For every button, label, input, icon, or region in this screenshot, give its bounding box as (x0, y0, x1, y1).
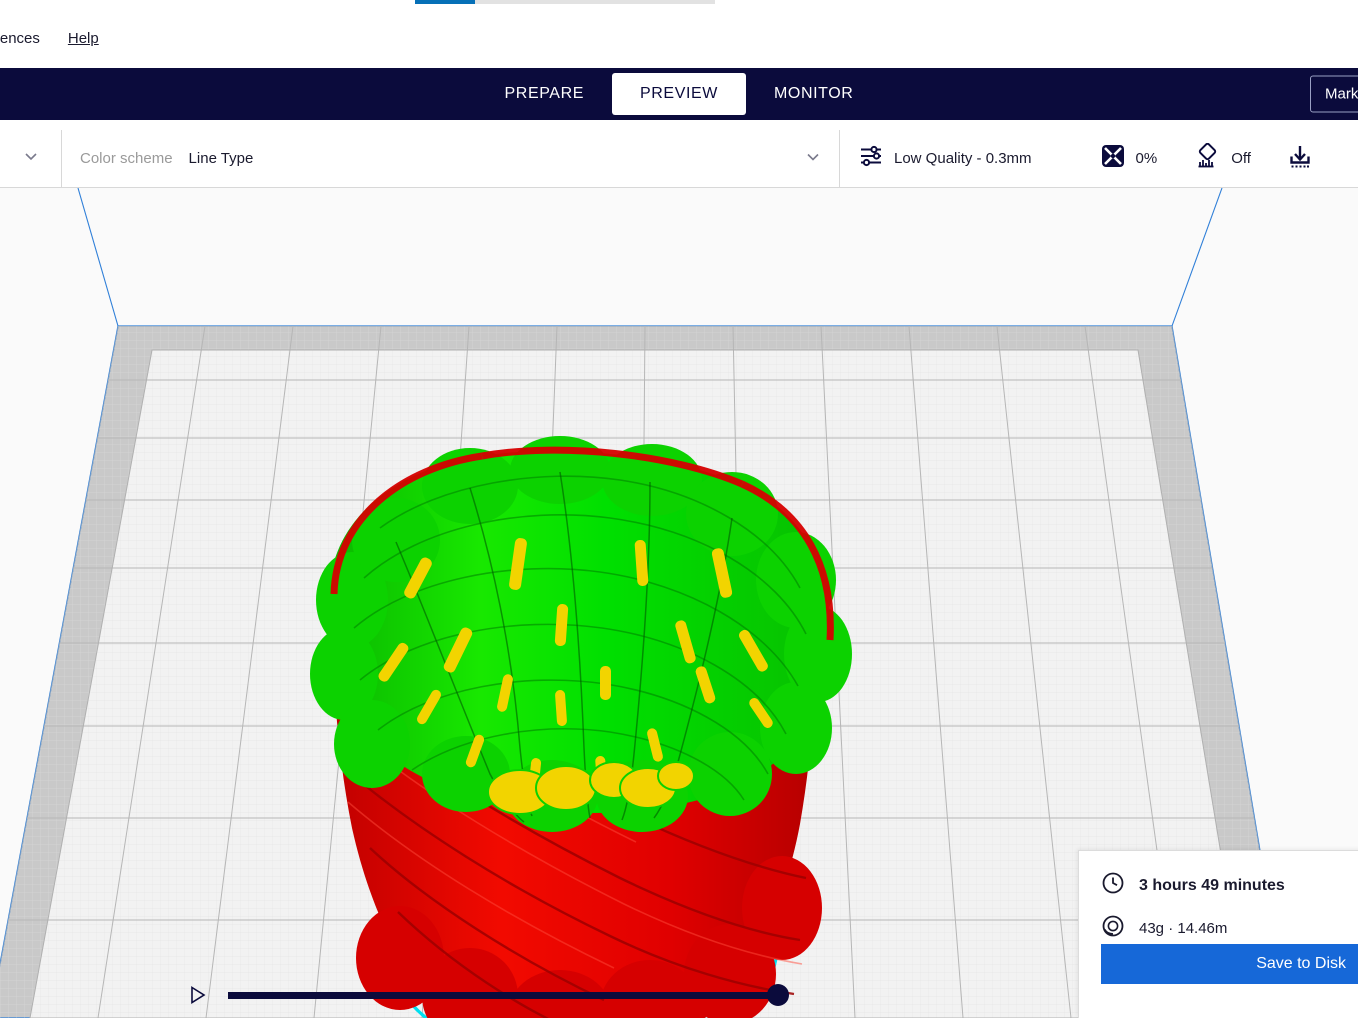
print-time-row: 3 hours 49 minutes (1101, 871, 1346, 900)
print-info-card: 3 hours 49 minutes 43g · 14.46m Save to … (1078, 850, 1358, 1018)
color-scheme-label: Color scheme (80, 150, 173, 167)
cura-window: eferences Help PREPARE PREVIEW MONITOR M… (0, 0, 1358, 1018)
layer-slider[interactable] (190, 980, 780, 1010)
print-settings-summary: Low Quality - 0.3mm 0% (840, 130, 1358, 187)
support-icon (1195, 143, 1221, 174)
layer-slider-handle[interactable] (767, 984, 789, 1006)
sliced-model (310, 436, 852, 1018)
stage-tabs: PREPARE PREVIEW MONITOR (477, 73, 882, 115)
tab-preview[interactable]: PREVIEW (612, 73, 746, 115)
chevron-down-icon (805, 148, 821, 169)
clock-icon (1101, 871, 1125, 900)
chevron-down-icon (23, 148, 39, 169)
menu-item-preferences[interactable]: eferences (0, 31, 54, 46)
build-plate-adhesion-icon (1285, 141, 1315, 176)
spool-icon (1101, 914, 1125, 943)
tab-monitor-label: MONITOR (774, 85, 853, 102)
infill-value: 0% (1136, 150, 1158, 167)
color-scheme-value: Line Type (189, 150, 254, 167)
save-to-disk-label: Save to Disk (1256, 955, 1346, 973)
marketplace-button[interactable]: Mark (1310, 76, 1358, 113)
menu-bar: eferences Help (0, 8, 1358, 68)
header-right-area: Mark (1310, 76, 1358, 113)
material-row: 43g · 14.46m (1101, 914, 1346, 943)
material-value: 43g · 14.46m (1139, 920, 1227, 937)
print-time-value: 3 hours 49 minutes (1139, 877, 1285, 895)
layer-slider-track[interactable] (228, 992, 780, 999)
save-to-disk-button[interactable]: Save to Disk (1101, 944, 1358, 984)
quality-setting[interactable]: Low Quality - 0.3mm (858, 143, 1032, 174)
tab-preview-label: PREVIEW (640, 85, 718, 102)
view-mode-dropdown[interactable] (0, 130, 62, 187)
play-icon (190, 986, 206, 1004)
infill-icon (1100, 143, 1126, 174)
slicing-progress-fill (415, 0, 475, 4)
menu-item-preferences-label: eferences (0, 30, 40, 47)
tab-prepare-label: PREPARE (505, 85, 584, 102)
stage-header: PREPARE PREVIEW MONITOR Mark (0, 68, 1358, 120)
preview-toolbar: Color scheme Line Type (0, 130, 1358, 188)
slicing-progress-track (415, 0, 715, 4)
build-plate-adhesion-setting[interactable] (1285, 141, 1315, 176)
menu-item-help[interactable]: Help (54, 31, 113, 46)
color-scheme-dropdown[interactable]: Color scheme Line Type (62, 130, 840, 187)
support-setting[interactable]: Off (1195, 143, 1251, 174)
support-value: Off (1231, 150, 1251, 167)
tab-prepare[interactable]: PREPARE (477, 73, 612, 115)
menu-item-help-label: Help (68, 30, 99, 47)
play-button[interactable] (190, 986, 206, 1004)
infill-setting[interactable]: 0% (1100, 143, 1158, 174)
settings-sliders-icon (858, 143, 884, 174)
quality-value: Low Quality - 0.3mm (894, 150, 1032, 167)
tab-monitor[interactable]: MONITOR (746, 73, 881, 115)
marketplace-button-label: Mark (1325, 86, 1358, 103)
